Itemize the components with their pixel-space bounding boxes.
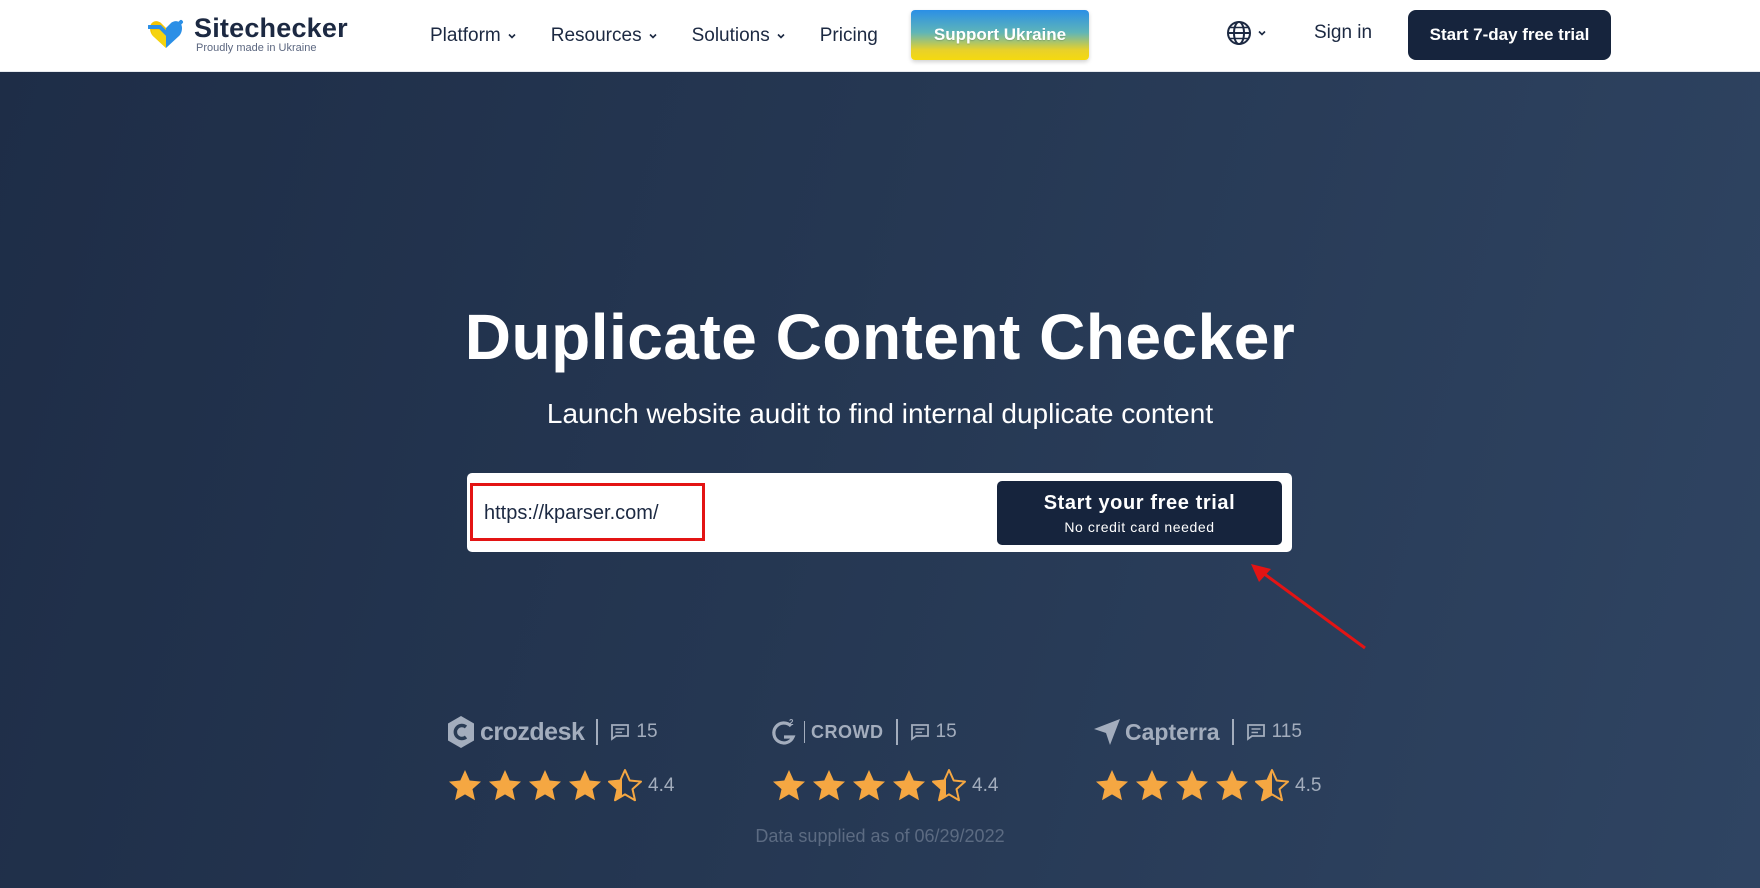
- star-icon: [853, 770, 885, 801]
- star-icon: [608, 769, 642, 802]
- logo-tagline: Proudly made in Ukraine: [196, 42, 317, 54]
- site-header: Sitechecker Proudly made in Ukraine Plat…: [0, 0, 1760, 72]
- star-icon: [1096, 770, 1128, 801]
- crozdesk-logo: crozdesk: [446, 715, 585, 749]
- star-rating: 4.4: [770, 768, 1030, 804]
- g2-inner-divider: [804, 721, 805, 743]
- nav-resources[interactable]: Resources: [551, 25, 658, 47]
- review-count: 15: [910, 721, 957, 743]
- star-icon: [773, 770, 805, 801]
- star-rating: 4.5: [1093, 768, 1353, 804]
- data-footnote: Data supplied as of 06/29/2022: [755, 826, 1005, 846]
- sign-in-link[interactable]: Sign in: [1314, 22, 1372, 44]
- g2-crowd-logo: 2 CROWD: [770, 717, 884, 747]
- nav-pricing[interactable]: Pricing: [820, 25, 878, 47]
- star-icon: [449, 770, 481, 801]
- review-count-value: 15: [935, 721, 957, 742]
- star-icon: [1136, 770, 1168, 801]
- start-free-trial-button[interactable]: Start your free trial No credit card nee…: [997, 481, 1282, 545]
- svg-text:2: 2: [789, 718, 794, 727]
- star-icon: [813, 770, 845, 801]
- annotation-arrow-icon: [1251, 564, 1366, 650]
- comment-icon: [1246, 724, 1265, 741]
- rating-score: 4.4: [972, 775, 999, 796]
- chevron-down-icon: [649, 33, 657, 39]
- chevron-down-icon: [1258, 30, 1266, 36]
- capterra-name: Capterra: [1125, 718, 1220, 745]
- nav-resources-label: Resources: [550, 25, 642, 46]
- language-selector[interactable]: [1226, 20, 1267, 46]
- crozdesk-hex-icon: [448, 716, 474, 748]
- rating-g2-crowd[interactable]: 2 CROWD 15 4.4: [770, 712, 1030, 804]
- nav-solutions[interactable]: Solutions: [692, 25, 786, 47]
- comment-icon: [910, 724, 929, 741]
- review-count-value: 115: [1271, 721, 1302, 742]
- logo[interactable]: Sitechecker Proudly made in Ukraine: [148, 14, 348, 55]
- star-icon: [932, 769, 966, 802]
- capterra-logo: Capterra: [1093, 718, 1220, 746]
- review-count: 115: [1246, 721, 1302, 743]
- review-count: 15: [610, 721, 658, 743]
- audit-form: Start your free trial No credit card nee…: [467, 473, 1292, 552]
- star-icon: [893, 770, 925, 801]
- chevron-down-icon: [777, 33, 785, 39]
- start-trial-button[interactable]: Start 7-day free trial: [1408, 10, 1611, 60]
- nav-solutions-label: Solutions: [691, 25, 770, 46]
- chevron-down-icon: [508, 33, 516, 39]
- star-icon: [1216, 770, 1248, 801]
- star-icon: [489, 770, 521, 801]
- nav-platform-label: Platform: [430, 25, 501, 46]
- support-ukraine-button[interactable]: Support Ukraine: [911, 10, 1089, 60]
- cta-main-label: Start your free trial: [1043, 491, 1236, 514]
- star-rating: 4.4: [446, 768, 706, 804]
- hero-section: Duplicate Content Checker Launch website…: [0, 72, 1760, 888]
- crozdesk-name: crozdesk: [480, 717, 585, 746]
- divider: [596, 719, 599, 745]
- rating-score: 4.5: [1295, 775, 1322, 796]
- main-nav: Platform Resources Solutions Pricing: [430, 0, 912, 72]
- rating-capterra[interactable]: Capterra 115 4.5: [1093, 712, 1353, 804]
- capterra-arrow-icon: [1094, 719, 1120, 745]
- divider: [895, 719, 898, 745]
- logo-name: Sitechecker: [194, 13, 348, 43]
- star-icon: [569, 770, 601, 801]
- ratings-row: crozdesk 15 4.4 2 CROWD 15 4.4 Capterra …: [0, 712, 1760, 832]
- page-subtitle: Launch website audit to find internal du…: [546, 398, 1214, 429]
- nav-pricing-label: Pricing: [819, 25, 878, 46]
- g2-icon: 2: [772, 718, 796, 745]
- review-count-value: 15: [636, 721, 658, 742]
- nav-platform[interactable]: Platform: [430, 25, 517, 47]
- page-title: Duplicate Content Checker: [464, 301, 1296, 373]
- heart-logo-icon: [148, 19, 183, 48]
- divider: [1231, 719, 1234, 745]
- url-input[interactable]: [484, 487, 1004, 539]
- g2-crowd-name: CROWD: [811, 721, 884, 742]
- rating-score: 4.4: [648, 775, 675, 796]
- star-icon: [1176, 770, 1208, 801]
- cta-sub-label: No credit card needed: [1064, 518, 1215, 535]
- rating-crozdesk[interactable]: crozdesk 15 4.4: [446, 712, 706, 804]
- star-icon: [529, 770, 561, 801]
- star-icon: [1255, 769, 1289, 802]
- comment-icon: [611, 724, 630, 741]
- globe-icon: [1227, 21, 1251, 45]
